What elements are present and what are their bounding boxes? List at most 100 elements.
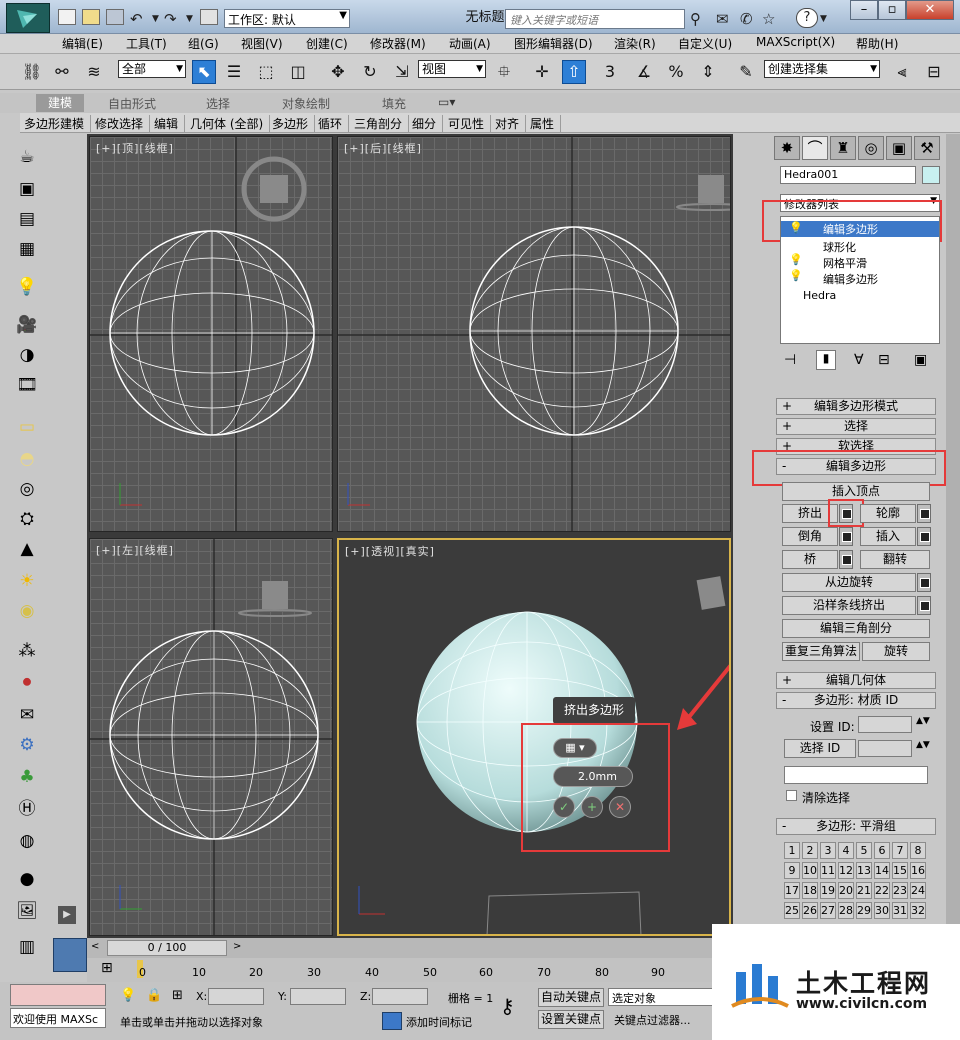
smoothing-group-button[interactable]: 22 — [874, 882, 890, 899]
ribbon-polygons[interactable]: 多边形 — [272, 115, 316, 132]
keyboard-shortcut-toggle-icon[interactable]: ⇧ — [562, 60, 586, 84]
particles-icon[interactable]: ⁂ — [14, 638, 40, 664]
save-icon[interactable] — [106, 9, 124, 25]
smoothing-group-button[interactable]: 23 — [892, 882, 908, 899]
bridge-settings-button[interactable] — [839, 550, 853, 569]
smoothing-group-button[interactable]: 15 — [892, 862, 908, 879]
viewport-back[interactable]: [+][后][线框] — [337, 136, 731, 532]
smoothing-group-button[interactable]: 29 — [856, 902, 872, 919]
align-icon[interactable]: ⊟ — [922, 60, 946, 84]
make-unique-icon[interactable]: ∀ — [854, 352, 864, 368]
table-icon[interactable]: ▦ — [14, 236, 40, 262]
hinge-button[interactable]: 从边旋转 — [782, 573, 916, 592]
select-id-spinner[interactable] — [858, 740, 912, 757]
rollout-edit-polygons[interactable]: - 编辑多边形 — [776, 458, 936, 475]
gear-icon[interactable]: ⚙ — [14, 732, 40, 758]
time-tag-icon[interactable] — [382, 1012, 402, 1030]
disc-icon[interactable]: ◉ — [14, 598, 40, 624]
bevel-settings-button[interactable] — [839, 527, 853, 546]
display-tab-icon[interactable]: ▣ — [886, 136, 912, 160]
light-bulb-icon[interactable]: 💡 — [789, 221, 803, 234]
mirror-icon[interactable]: ⫷ — [890, 60, 914, 84]
extrude-spline-settings-button[interactable] — [917, 596, 931, 615]
ribbon-tris[interactable]: 三角剖分 — [354, 115, 410, 132]
redo-dropdown-icon[interactable]: ▼ — [186, 14, 193, 24]
menu-edit[interactable]: 编辑(E) — [62, 35, 103, 52]
stack-item-meshsmooth[interactable]: 网格平滑 — [823, 255, 867, 271]
sphere-icon[interactable]: ● — [14, 866, 40, 892]
smoothing-group-button[interactable]: 1 — [784, 842, 800, 859]
rollout-material-id[interactable]: - 多边形: 材质 ID — [776, 692, 936, 709]
z-coord-field[interactable] — [372, 988, 428, 1005]
ribbon-subdivision[interactable]: 细分 — [412, 115, 444, 132]
smoothing-group-button[interactable]: 27 — [820, 902, 836, 919]
select-manipulate-icon[interactable]: ✛ — [530, 60, 554, 84]
stack-item-edit-poly[interactable]: 编辑多边形 — [781, 221, 939, 237]
curve-editor-icon[interactable]: ⊞ — [101, 960, 113, 976]
rollout-edit-geometry[interactable]: + 编辑几何体 — [776, 672, 936, 689]
edit-named-selection-icon[interactable]: ✎ — [734, 60, 758, 84]
menu-help[interactable]: 帮助(H) — [856, 35, 898, 52]
spinner-arrows-icon[interactable]: ▲▼ — [916, 716, 930, 726]
project-folder-icon[interactable] — [200, 9, 218, 25]
frame-display[interactable]: 0 / 100 — [107, 940, 227, 956]
motion-tab-icon[interactable]: ◎ — [858, 136, 884, 160]
ribbon-align[interactable]: 对齐 — [495, 115, 527, 132]
smoothing-group-button[interactable]: 14 — [874, 862, 890, 879]
modify-tab-icon[interactable]: ⌒ — [802, 136, 828, 160]
set-key-button[interactable]: 设置关键点 — [538, 1010, 604, 1029]
outline-settings-button[interactable] — [917, 504, 931, 523]
spinner-snap-icon[interactable]: ⇕ — [696, 60, 720, 84]
snap-toggle-icon[interactable]: 3 — [598, 60, 622, 84]
add-time-tag-button[interactable]: 添加时间标记 — [406, 1014, 472, 1030]
menu-customize[interactable]: 自定义(U) — [678, 35, 732, 52]
smoothing-group-button[interactable]: 21 — [856, 882, 872, 899]
prev-frame-icon[interactable]: < — [91, 941, 99, 952]
stack-item-spherify[interactable]: 球形化 — [823, 239, 856, 255]
extrude-spline-button[interactable]: 沿样条线挤出 — [782, 596, 916, 615]
smoothing-group-button[interactable]: 25 — [784, 902, 800, 919]
picture-icon[interactable]: 🖼 — [14, 898, 40, 924]
smoothing-group-button[interactable]: 9 — [784, 862, 800, 879]
clear-selection-checkbox[interactable] — [786, 790, 797, 801]
ring-icon[interactable]: ◎ — [14, 476, 40, 502]
undo-dropdown-icon[interactable]: ▼ — [152, 14, 159, 24]
pin-stack-icon[interactable]: ⊣ — [784, 352, 796, 368]
binoculars-icon[interactable]: ⚲ — [690, 10, 701, 28]
menu-animation[interactable]: 动画(A) — [449, 35, 491, 52]
viewport-layout-icon[interactable] — [53, 938, 87, 972]
named-selection-select[interactable]: 创建选择集 ▼ — [764, 60, 880, 78]
envelope-icon[interactable]: ✉ — [14, 702, 40, 728]
smoothing-group-button[interactable]: 32 — [910, 902, 926, 919]
ref-coord-select[interactable]: 视图 ▼ — [418, 60, 486, 78]
rollout-smoothing-groups[interactable]: - 多边形: 平滑组 — [776, 818, 936, 835]
ribbon-visibility[interactable]: 可见性 — [448, 115, 492, 132]
molecule-icon[interactable]: ⚫ — [14, 670, 40, 696]
rollout-selection[interactable]: + 选择 — [776, 418, 936, 435]
bowl-icon[interactable]: ⛭ — [14, 506, 40, 532]
time-slider[interactable]: < 0 / 100 > — [87, 938, 733, 958]
stack-item-hedra[interactable]: Hedra — [803, 289, 836, 302]
app-logo-icon[interactable] — [6, 3, 50, 33]
document-icon[interactable]: ▤ — [14, 206, 40, 232]
bridge-button[interactable]: 桥 — [782, 550, 838, 569]
minimize-button[interactable]: – — [850, 0, 878, 20]
restore-button[interactable]: ▫ — [878, 0, 906, 20]
help-icon[interactable]: ? — [796, 8, 818, 28]
menu-tools[interactable]: 工具(T) — [126, 35, 167, 52]
help-dropdown-icon[interactable]: ▼ — [820, 14, 827, 24]
turn-button[interactable]: 旋转 — [862, 642, 930, 661]
absolute-mode-icon[interactable]: ⊞ — [172, 988, 183, 1003]
rotate-icon[interactable]: ↻ — [358, 60, 382, 84]
smoothing-group-button[interactable]: 10 — [802, 862, 818, 879]
menu-graph-editors[interactable]: 图形编辑器(D) — [514, 35, 593, 52]
communication-icon[interactable]: ✆ — [740, 10, 753, 28]
utilities-tab-icon[interactable]: ⚒ — [914, 136, 940, 160]
inset-settings-button[interactable] — [917, 527, 931, 546]
ribbon-poly-modeling[interactable]: 多边形建模 — [24, 115, 92, 132]
key-filters-button[interactable]: 关键点过滤器... — [614, 1012, 691, 1028]
hair-icon[interactable]: Ⓗ — [14, 796, 40, 822]
maxscript-listener-white[interactable]: 欢迎使用 MAXSc — [10, 1008, 106, 1028]
viewport-label[interactable]: [+][透视][真实] — [345, 543, 435, 559]
next-frame-icon[interactable]: > — [233, 941, 241, 952]
